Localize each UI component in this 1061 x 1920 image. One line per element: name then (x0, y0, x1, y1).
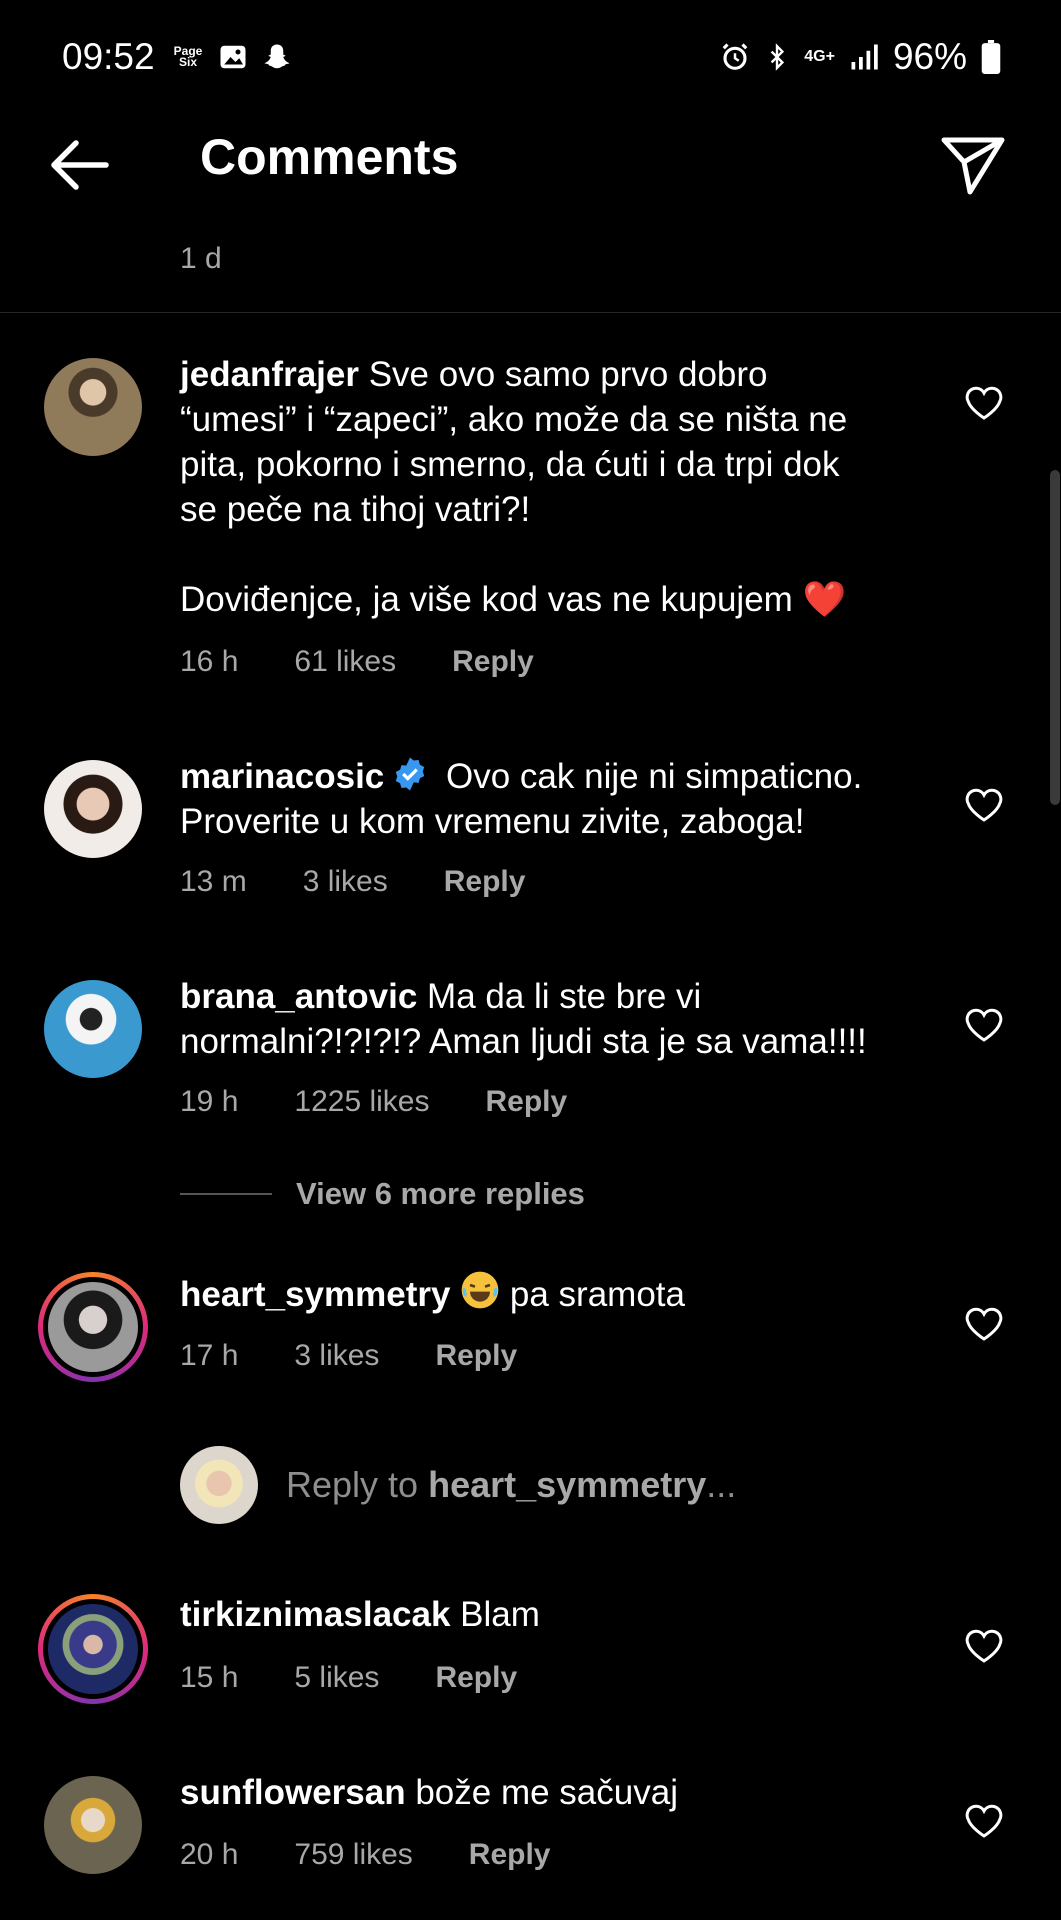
comment-meta: 13 m 3 likes Reply (180, 865, 581, 899)
heart-icon[interactable] (964, 1304, 1004, 1344)
comment-username[interactable]: sunflowersan (180, 1773, 406, 1812)
comment-likes[interactable]: 5 likes (294, 1661, 379, 1695)
scrollbar[interactable] (1050, 470, 1060, 805)
comment-time: 17 h (180, 1339, 239, 1372)
avatar[interactable] (44, 980, 142, 1078)
comment-username[interactable]: brana_antovic (180, 977, 417, 1016)
send-icon[interactable] (938, 130, 1008, 200)
battery-percent: 96% (892, 36, 967, 77)
story-ring-avatar[interactable] (38, 1272, 148, 1382)
notification-icons: Page Six (172, 42, 292, 72)
page-title: Comments (200, 129, 459, 185)
avatar[interactable] (44, 760, 142, 858)
view-more-line (180, 1193, 272, 1195)
avatar[interactable] (44, 1776, 142, 1874)
comment-username[interactable]: tirkiznimaslacak (180, 1595, 450, 1634)
heart-icon[interactable] (964, 383, 1004, 423)
story-ring-avatar[interactable] (38, 1594, 148, 1704)
comment-username[interactable]: jedanfrajer (180, 355, 359, 394)
comment-likes[interactable]: 3 likes (303, 865, 388, 899)
reply-button[interactable]: Reply (435, 1661, 517, 1695)
comment-likes[interactable]: 759 likes (294, 1838, 412, 1872)
comment-text: brana_antovic Ma da li ste bre vi normal… (180, 977, 867, 1061)
comment-meta: 16 h 61 likes Reply (180, 645, 590, 679)
avatar[interactable] (44, 358, 142, 456)
comment-meta: 19 h 1225 likes Reply (180, 1085, 623, 1119)
gallery-icon (220, 45, 246, 69)
comment-likes[interactable]: 3 likes (294, 1339, 379, 1373)
comment-time: 16 h (180, 645, 239, 678)
back-arrow-icon[interactable] (44, 130, 114, 200)
heart-icon[interactable] (964, 1005, 1004, 1045)
snapchat-icon (264, 44, 290, 69)
heart-icon[interactable] (964, 785, 1004, 825)
comment-meta: 17 h 3 likes Reply (180, 1339, 573, 1373)
laughing-emoji-icon (461, 1271, 499, 1309)
signal-icon (851, 44, 878, 70)
current-user-avatar (180, 1446, 258, 1524)
divider (0, 312, 1061, 313)
bluetooth-icon (770, 43, 785, 71)
comment-time: 15 h (180, 1661, 239, 1694)
reply-button[interactable]: Reply (485, 1085, 567, 1119)
network-type: 4G+ (804, 48, 835, 65)
heart-icon[interactable] (964, 1801, 1004, 1841)
view-more-replies[interactable]: View 6 more replies (296, 1176, 585, 1212)
comment-time: 20 h (180, 1838, 239, 1871)
heart-icon[interactable] (964, 1626, 1004, 1666)
comment-likes[interactable]: 1225 likes (294, 1085, 429, 1119)
comment-time: 13 m (180, 865, 247, 898)
comment-meta: 20 h 759 likes Reply (180, 1838, 607, 1872)
comment-meta: 15 h 5 likes Reply (180, 1661, 573, 1695)
status-time: 09:52 (62, 36, 155, 77)
reply-button[interactable]: Reply (444, 865, 526, 899)
alarm-icon (722, 43, 748, 70)
system-icons: 4G+ 96% (720, 36, 1001, 78)
comment-text: sunflowersan bože me sačuvaj (180, 1773, 678, 1812)
post-age: 1 d (180, 242, 222, 275)
comment-username[interactable]: heart_symmetry (180, 1275, 450, 1314)
reply-button[interactable]: Reply (469, 1838, 551, 1872)
status-bar: 09:52 Page Six 4G+ 96% (0, 0, 1061, 110)
reply-button[interactable]: Reply (452, 645, 534, 679)
comment-text: heart_symmetry pa sramota (180, 1270, 920, 1317)
comment-username[interactable]: marinacosic (180, 757, 384, 796)
battery-icon (981, 40, 1001, 74)
reply-input[interactable]: Reply to heart_symmetry... (286, 1464, 736, 1506)
comment-text: marinacosic Ovo cak nije ni simpaticno. … (180, 757, 863, 841)
page-six-icon: Page Six (173, 44, 203, 69)
comment-text: tirkiznimaslacak Blam (180, 1595, 540, 1634)
comment-text: jedanfrajer Sve ovo samo prvo dobro “ume… (180, 355, 848, 619)
comment-likes[interactable]: 61 likes (294, 645, 396, 679)
verified-badge-icon (396, 757, 425, 791)
comment-time: 19 h (180, 1085, 239, 1118)
reply-button[interactable]: Reply (435, 1339, 517, 1373)
